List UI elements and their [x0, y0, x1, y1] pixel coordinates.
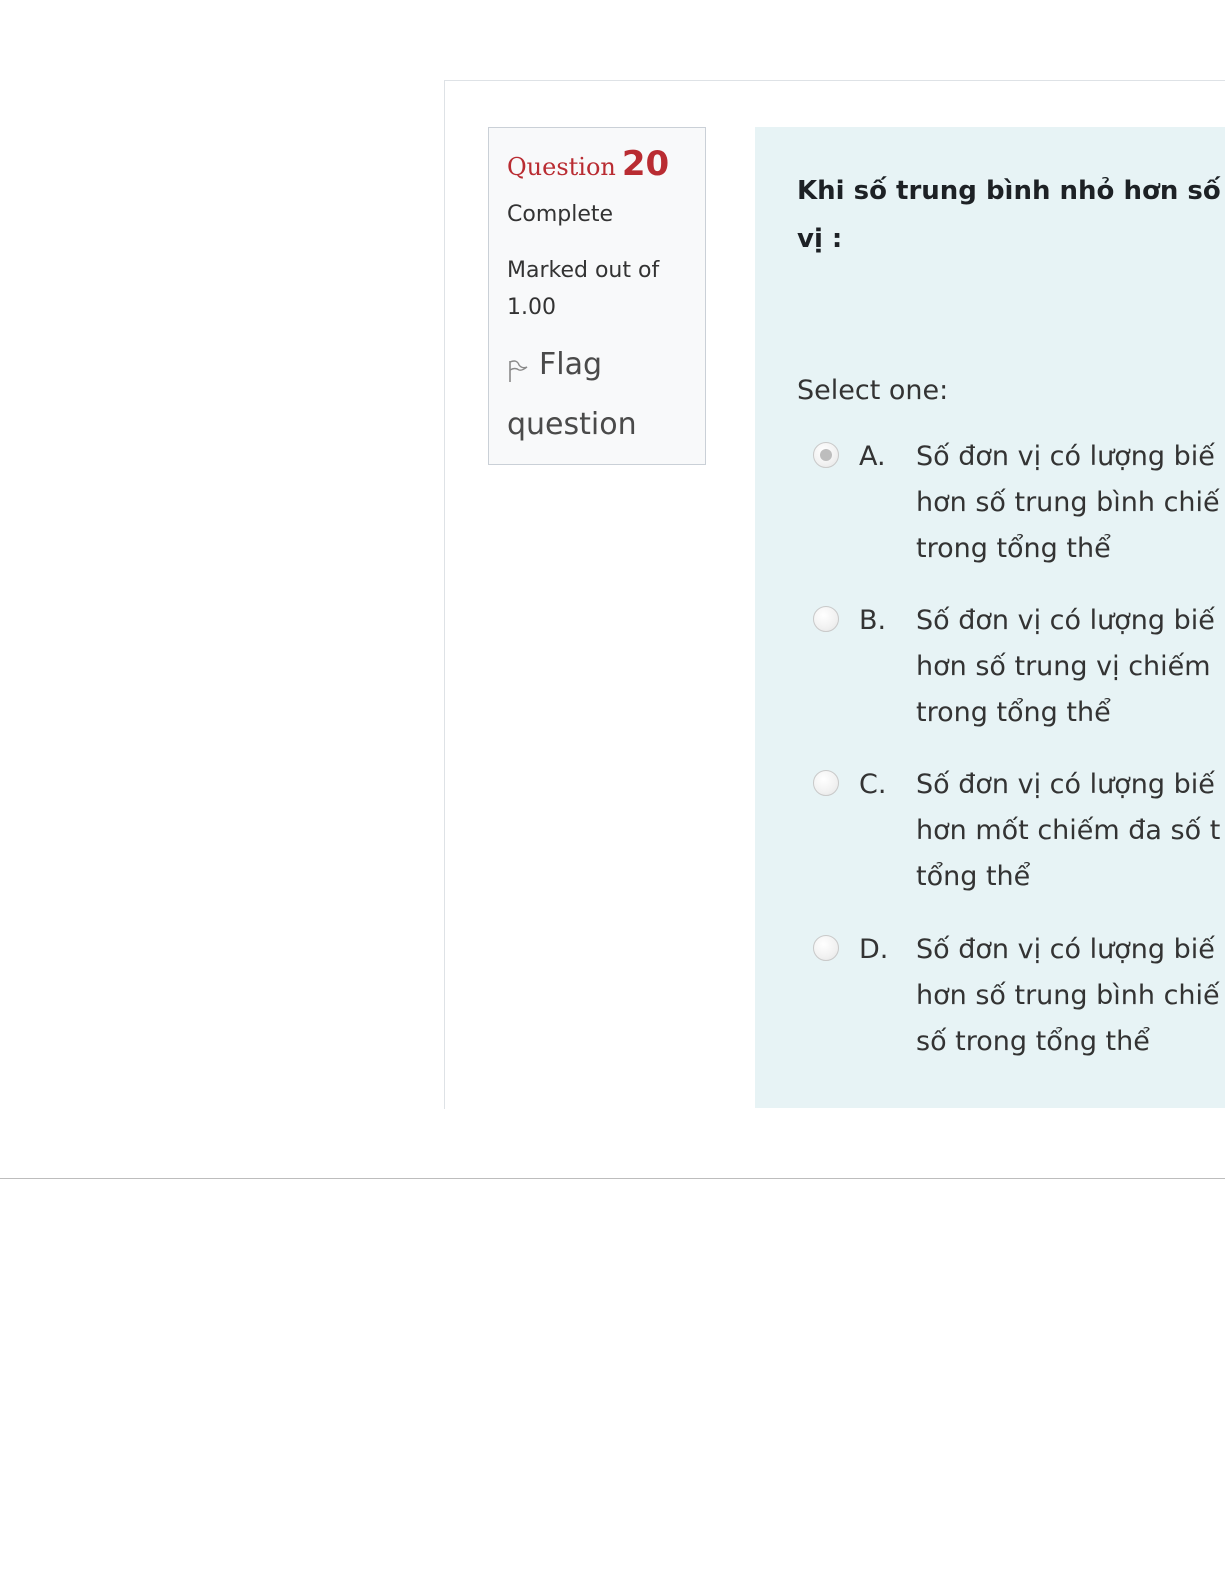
- question-state: Complete: [507, 202, 614, 227]
- question-info: Question 20 Complete Marked out of 1.00 F…: [488, 127, 706, 465]
- question-content: Khi số trung bình nhỏ hơn số vị : Select…: [755, 127, 1225, 1108]
- answer-text: Số đơn vị có lượng biế hơn số trung bình…: [916, 934, 1220, 1057]
- question-grade: Marked out of 1.00: [507, 258, 660, 320]
- answer-letter: D.: [859, 934, 889, 965]
- flag-icon: [507, 350, 529, 400]
- answer-option-b[interactable]: B. Số đơn vị có lượng biế hơn số trung v…: [813, 598, 1225, 740]
- answer-text: Số đơn vị có lượng biế hơn mốt chiếm đa …: [916, 769, 1221, 892]
- answer-option-d[interactable]: D. Số đơn vị có lượng biế hơn số trung b…: [813, 927, 1225, 1069]
- question-number: 20: [621, 144, 670, 184]
- question-label: Question: [507, 153, 616, 181]
- select-one-prompt: Select one:: [797, 375, 949, 406]
- answer-text: Số đơn vị có lượng biế hơn số trung bình…: [916, 441, 1220, 564]
- answer-option-c[interactable]: C. Số đơn vị có lượng biế hơn mốt chiếm …: [813, 762, 1225, 904]
- question-heading: Question 20: [507, 142, 695, 192]
- answer-radio-d[interactable]: [813, 935, 839, 961]
- flag-question-toggle[interactable]: Flag question: [507, 340, 695, 450]
- answer-letter: C.: [859, 769, 887, 800]
- answer-option-a[interactable]: A. Số đơn vị có lượng biế hơn số trung b…: [813, 434, 1225, 576]
- answer-letter: A.: [859, 441, 886, 472]
- answer-letter: B.: [859, 605, 887, 636]
- question-text: Khi số trung bình nhỏ hơn số vị :: [797, 176, 1221, 254]
- answer-radio-c[interactable]: [813, 770, 839, 796]
- answer-text: Số đơn vị có lượng biế hơn số trung vị c…: [916, 605, 1215, 728]
- answer-radio-a[interactable]: [813, 442, 839, 468]
- page-bottom-divider: [0, 1178, 1225, 1179]
- answer-radio-b[interactable]: [813, 606, 839, 632]
